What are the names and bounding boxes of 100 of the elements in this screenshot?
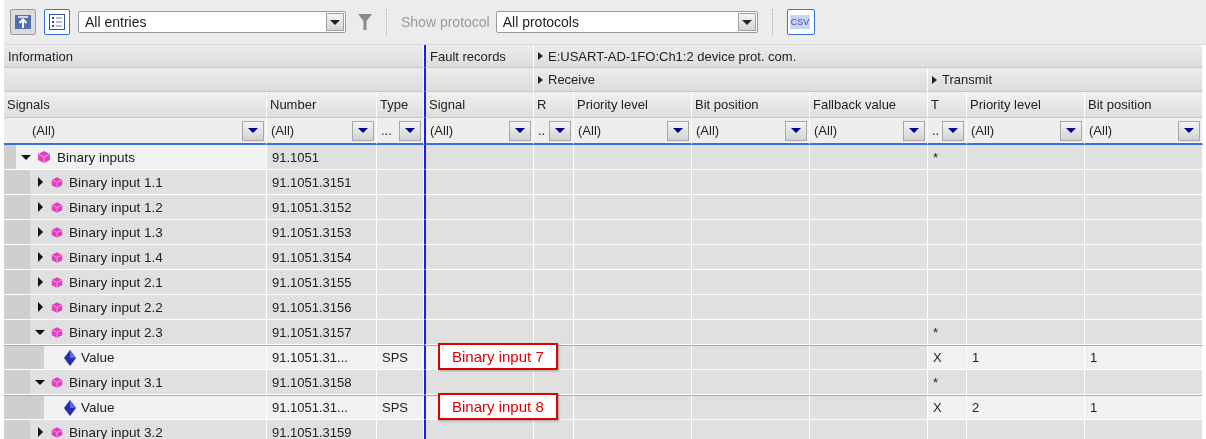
column-header[interactable]: Bit position — [692, 92, 810, 118]
tree-item[interactable]: Binary input 2.2 — [4, 295, 267, 320]
table-cell: 1 — [967, 345, 1085, 370]
cube-icon — [50, 425, 64, 439]
table-cell: 1 — [1085, 345, 1203, 370]
table-cell — [928, 220, 967, 245]
dropdown-arrow-icon — [673, 128, 683, 133]
expand-arrow-icon[interactable] — [37, 427, 43, 437]
filter-dropdown[interactable]: .. — [534, 118, 574, 145]
column-header[interactable]: Type — [377, 92, 424, 118]
tree-item[interactable]: Value — [4, 395, 267, 420]
collapse-arrow-icon[interactable] — [35, 379, 45, 385]
dropdown-arrow-icon — [515, 128, 525, 133]
filter-dropdown[interactable]: ... — [377, 118, 424, 145]
table-cell — [377, 295, 424, 320]
expand-icon[interactable] — [538, 52, 543, 60]
collapse-button[interactable] — [10, 9, 36, 35]
expand-icon[interactable] — [932, 75, 937, 84]
table-cell — [928, 295, 967, 320]
expand-arrow-icon[interactable] — [37, 227, 43, 237]
cube-icon — [36, 150, 52, 164]
filter-dropdown[interactable]: .. — [928, 118, 967, 145]
filter-dropdown[interactable]: (All) — [574, 118, 692, 145]
dropdown-arrow-icon — [909, 128, 919, 133]
filter-dropdown[interactable]: (All) — [4, 118, 267, 145]
table-cell — [377, 320, 424, 345]
tree-item[interactable]: Binary inputs — [4, 145, 267, 170]
column-header[interactable]: T — [928, 92, 967, 118]
group-header: Information — [4, 45, 424, 68]
expand-arrow-icon[interactable] — [37, 177, 43, 187]
signal-label: Binary input 7 — [438, 343, 558, 370]
diamond-icon — [64, 349, 76, 366]
tree-item[interactable]: Binary input 1.1 — [4, 170, 267, 195]
cube-icon — [50, 200, 64, 214]
tree-item[interactable]: Binary input 3.1 — [4, 370, 267, 395]
table-cell — [534, 370, 574, 395]
tree-item[interactable]: Binary input 1.4 — [4, 245, 267, 270]
column-header[interactable]: R — [534, 92, 574, 118]
column-header[interactable]: Priority level — [574, 92, 692, 118]
cube-icon — [50, 250, 64, 264]
cube-icon — [50, 325, 64, 339]
list-icon — [49, 14, 65, 30]
table-cell: * — [928, 370, 967, 395]
tree-item[interactable]: Binary input 2.1 — [4, 270, 267, 295]
tree-item[interactable]: Binary input 1.3 — [4, 220, 267, 245]
group-header[interactable]: Transmit — [928, 68, 1203, 92]
table-cell: 91.1051.3153 — [267, 220, 377, 245]
table-cell — [377, 195, 424, 220]
filter-dropdown[interactable]: (All) — [692, 118, 810, 145]
column-header[interactable]: Signals — [4, 92, 267, 118]
tree-item[interactable]: Binary input 1.2 — [4, 195, 267, 220]
filter-icon[interactable] — [358, 13, 372, 31]
table-cell: * — [928, 320, 967, 345]
table-cell: 91.1051 — [267, 145, 377, 170]
table-cell: 1 — [1085, 395, 1203, 420]
table-cell — [928, 195, 967, 220]
filter-dropdown[interactable]: (All) — [1085, 118, 1203, 145]
filter-dropdown[interactable]: (All) — [810, 118, 928, 145]
column-header[interactable]: Priority level — [967, 92, 1085, 118]
column-header[interactable]: Bit position — [1085, 92, 1203, 118]
table-cell: SPS — [377, 395, 424, 420]
table-cell: 91.1051.3159 — [267, 420, 377, 439]
table-cell — [377, 420, 424, 439]
tree-item[interactable]: Binary input 3.2 — [4, 420, 267, 439]
filter-dropdown[interactable]: (All) — [424, 118, 534, 145]
expand-icon[interactable] — [538, 75, 543, 84]
dropdown-arrow-icon — [358, 128, 368, 133]
cube-icon — [50, 175, 64, 189]
table-cell — [534, 295, 574, 320]
list-view-button[interactable] — [44, 9, 70, 35]
table-cell: X — [928, 395, 967, 420]
expand-arrow-icon[interactable] — [37, 277, 43, 287]
protocol-dropdown[interactable]: All protocols — [495, 11, 758, 33]
group-header[interactable]: Receive — [534, 68, 928, 92]
table-cell: 91.1051.3157 — [267, 320, 377, 345]
column-header[interactable]: Fallback value — [810, 92, 928, 118]
filter-dropdown[interactable]: (All) — [267, 118, 377, 145]
column-header[interactable]: Number — [267, 92, 377, 118]
csv-export-button[interactable]: CSV — [786, 9, 815, 35]
dropdown-arrow-icon — [555, 128, 565, 133]
entries-dropdown[interactable]: All entries — [78, 11, 346, 33]
collapse-arrow-icon[interactable] — [21, 154, 31, 160]
table-cell: 91.1051.3156 — [267, 295, 377, 320]
expand-arrow-icon[interactable] — [37, 302, 43, 312]
group-header[interactable]: E:USART-AD-1FO:Ch1:2 device prot. com. — [534, 45, 1203, 68]
collapse-arrow-icon[interactable] — [35, 329, 45, 335]
table-cell — [534, 420, 574, 439]
dropdown-arrow-icon — [1066, 128, 1076, 133]
table-cell — [377, 145, 424, 170]
table-cell — [534, 195, 574, 220]
tree-item[interactable]: Value — [4, 345, 267, 370]
tree-item[interactable]: Binary input 2.3 — [4, 320, 267, 345]
protocol-label: Show protocol — [401, 14, 490, 30]
expand-arrow-icon[interactable] — [37, 252, 43, 262]
dropdown-arrow-icon — [948, 128, 958, 133]
table-cell — [928, 245, 967, 270]
table-cell: 91.1051.3155 — [267, 270, 377, 295]
column-header[interactable]: Signal — [424, 92, 534, 118]
filter-dropdown[interactable]: (All) — [967, 118, 1085, 145]
expand-arrow-icon[interactable] — [37, 202, 43, 212]
